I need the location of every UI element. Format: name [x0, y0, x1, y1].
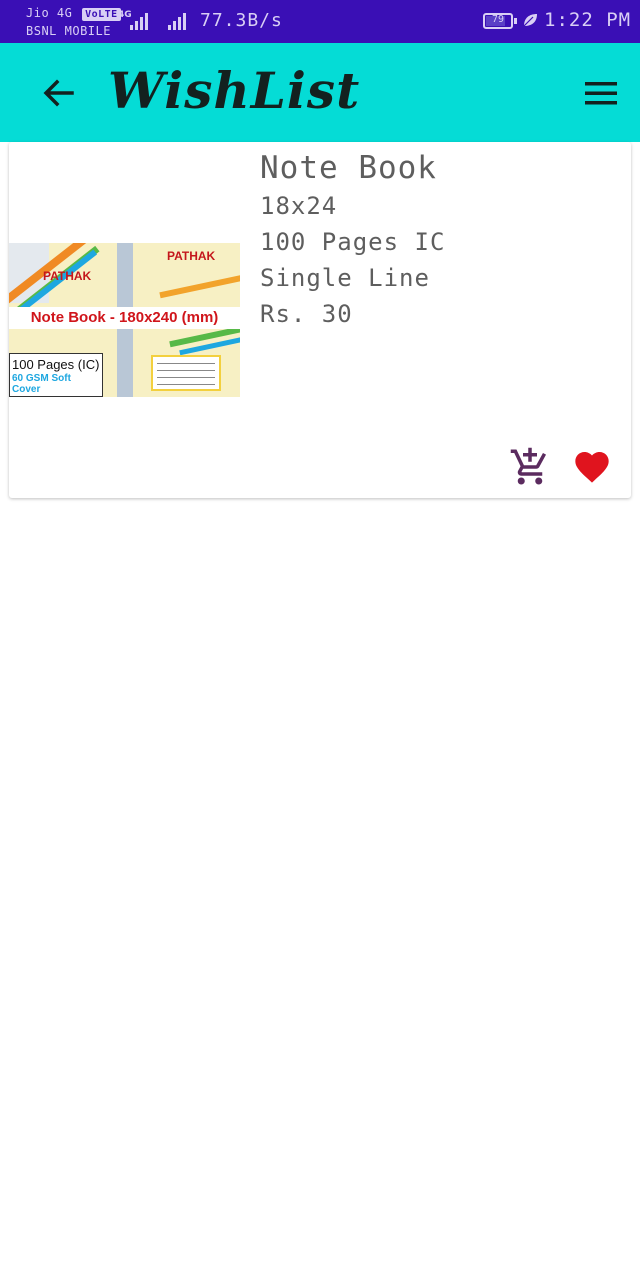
image-brand-right: PATHAK — [167, 249, 216, 263]
clock: 1:22 PM — [544, 9, 632, 31]
product-ruling: Single Line — [260, 264, 430, 292]
hamburger-menu-icon[interactable] — [582, 79, 620, 107]
wishlist-item-card[interactable]: PATHAK PATHAK Note Book - 180x240 (mm) 1… — [9, 142, 631, 498]
product-price: Rs. 30 — [260, 300, 353, 328]
battery-level: 79 — [491, 14, 505, 25]
signal-strength-icon-2 — [168, 10, 186, 30]
app-bar: WishList — [0, 43, 640, 142]
carrier-info: Jio 4G VoLTE BSNL MOBILE — [26, 4, 121, 40]
product-size: 18x24 — [260, 192, 338, 220]
product-name: Note Book — [260, 150, 437, 186]
product-pages: 100 Pages IC — [260, 228, 446, 256]
page-title: WishList — [108, 61, 361, 120]
product-image[interactable]: PATHAK PATHAK Note Book - 180x240 (mm) 1… — [9, 243, 240, 397]
volte-badge: VoLTE — [82, 8, 121, 21]
carrier-top: Jio 4G — [26, 6, 73, 20]
product-details: Note Book 18x24 100 Pages IC Single Line… — [260, 148, 445, 332]
heart-icon[interactable] — [571, 447, 613, 487]
signal-strength-icon — [130, 10, 148, 30]
image-label-form — [151, 355, 221, 391]
image-pages-box: 100 Pages (IC) 60 GSM Soft Cover — [9, 353, 103, 397]
carrier-bottom: BSNL MOBILE — [26, 24, 111, 38]
image-pages-text: 100 Pages (IC) — [12, 357, 100, 372]
image-banner: Note Book - 180x240 (mm) — [9, 307, 240, 329]
image-cover-text: 60 GSM Soft Cover — [12, 373, 71, 395]
power-saver-leaf-icon — [523, 14, 537, 27]
battery-icon: 79 — [483, 13, 517, 29]
image-brand-left: PATHAK — [43, 269, 92, 283]
network-speed: 77.3B/s — [200, 10, 283, 31]
status-bar: Jio 4G VoLTE BSNL MOBILE 4G 77.3B/s 79 1… — [0, 0, 640, 43]
add-shopping-cart-icon[interactable] — [509, 446, 551, 488]
arrow-left-icon[interactable] — [40, 75, 76, 111]
